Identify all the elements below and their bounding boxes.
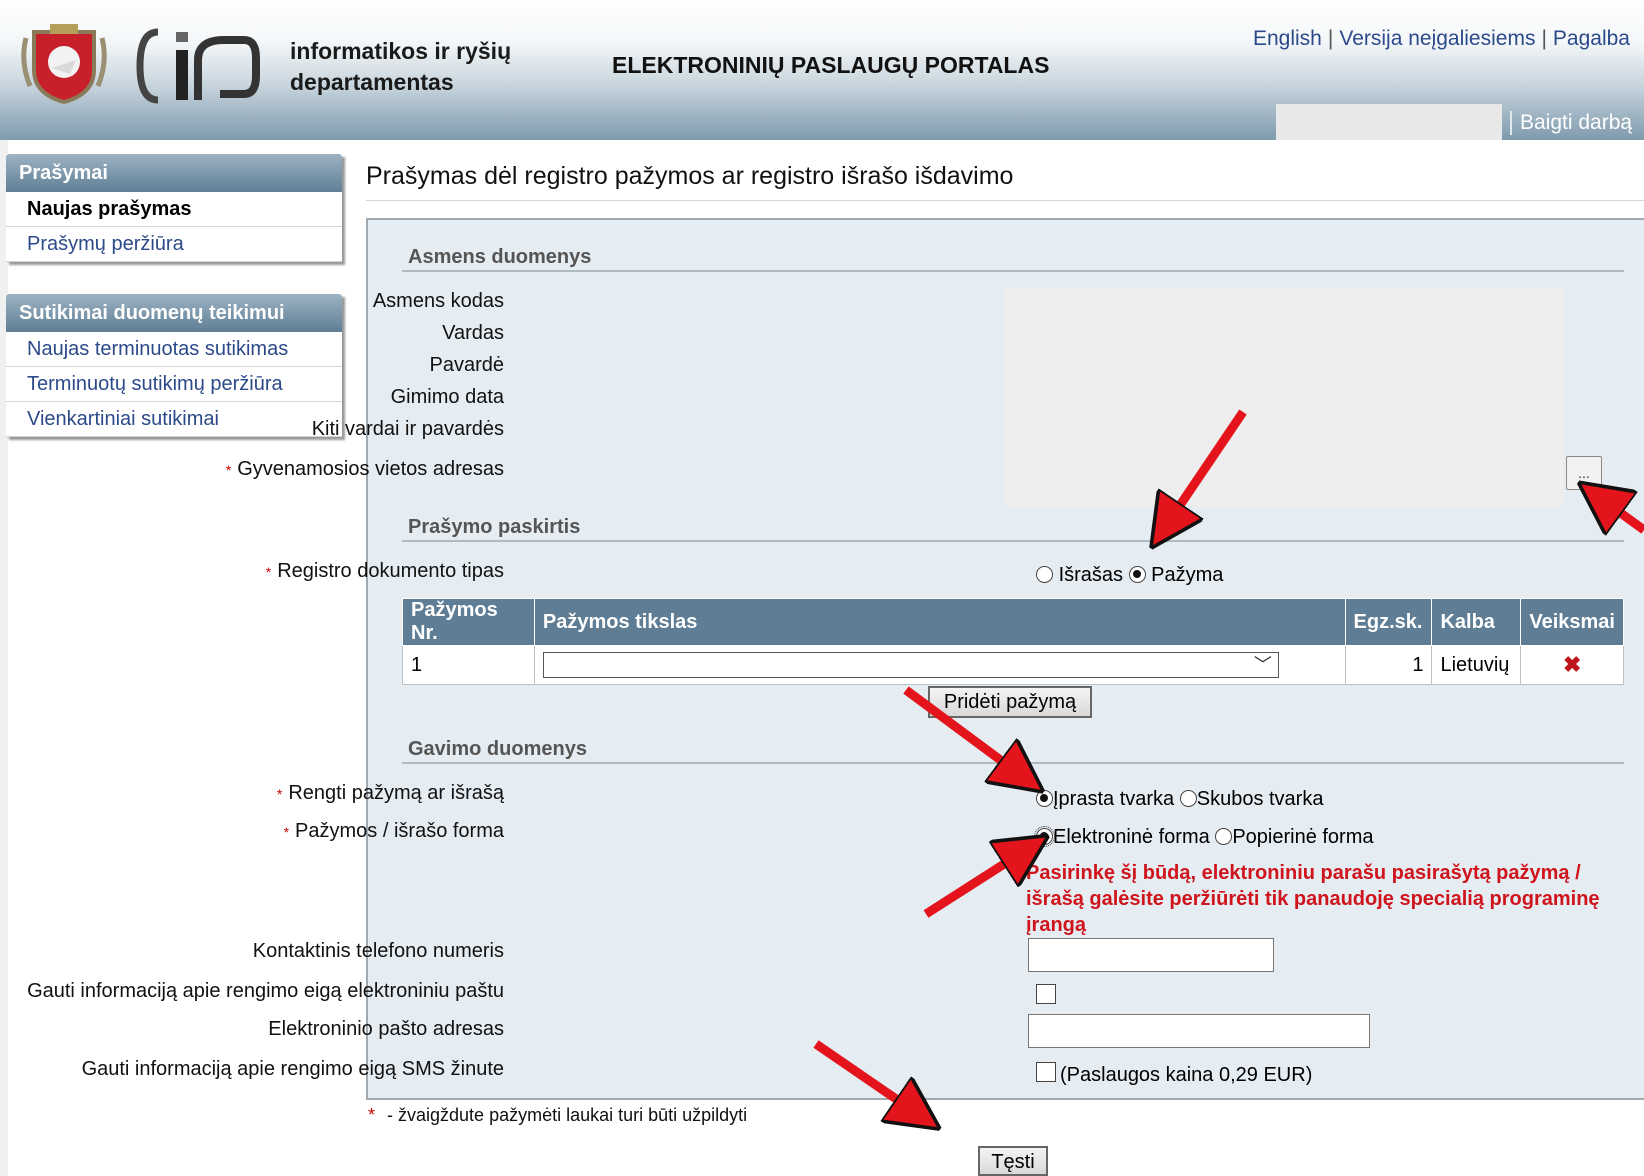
- prepare-options: Įprasta tvarka Skubos tvarka: [1036, 788, 1323, 811]
- lithuanian-coat-of-arms-icon: [21, 24, 107, 105]
- sms-price: (Paslaugos kaina 0,29 EUR): [1060, 1064, 1313, 1086]
- title-divider: [366, 200, 1644, 201]
- radio-standard[interactable]: [1036, 790, 1053, 807]
- sms-notify-checkbox[interactable]: [1036, 1062, 1056, 1082]
- label-email-notify: Gauti informaciją apie rengimo eigą elek…: [27, 980, 504, 1002]
- col-header-language: Kalba: [1431, 598, 1522, 646]
- radio-electronic[interactable]: [1034, 826, 1055, 847]
- certificates-table: Pažymos Nr. Pažymos tikslas Egz.sk. Kalb…: [402, 598, 1624, 685]
- radio-extract-label: Išrašas: [1058, 564, 1124, 586]
- sidebar-group-requests: Prašymai Naujas prašymas Prašymų peržiūr…: [6, 154, 342, 262]
- label-address-text: Gyvenamosios vietos adresas: [237, 458, 504, 480]
- label-sms-notify: Gauti informaciją apie rengimo eigą SMS …: [81, 1058, 504, 1080]
- label-phone: Kontaktinis telefono numeris: [252, 940, 504, 962]
- add-certificate-button[interactable]: Pridėti pažymą: [928, 686, 1092, 718]
- cell-actions: ✖: [1520, 645, 1624, 685]
- col-header-copies: Egz.sk.: [1344, 598, 1433, 646]
- label-personal-code: Asmens kodas: [372, 290, 504, 312]
- label-doc-type-text: Registro dokumento tipas: [277, 560, 504, 582]
- sidebar-item-new-request[interactable]: Naujas prašymas: [6, 192, 342, 227]
- radio-urgent[interactable]: [1179, 790, 1197, 807]
- cell-language: Lietuvių: [1431, 645, 1522, 685]
- link-english[interactable]: English: [1253, 27, 1322, 50]
- portal-title: ELEKTRONINIŲ PASLAUGŲ PORTALAS: [612, 52, 1050, 78]
- col-header-actions: Veiksmai: [1520, 598, 1624, 646]
- sidebar-item-one-time-consents[interactable]: Vienkartiniai sutikimai: [6, 402, 342, 437]
- page-title: Prašymas dėl registro pažymos ar registr…: [366, 162, 1014, 190]
- section-divider: [402, 762, 1624, 764]
- radio-certificate-label: Pažyma: [1151, 564, 1224, 586]
- section-divider: [402, 270, 1624, 272]
- sidebar-group-title: Sutikimai duomenų teikimui: [6, 294, 342, 332]
- section-personal-data: Asmens duomenys: [408, 246, 592, 268]
- user-name-field: [1276, 104, 1502, 140]
- radio-paper-label: Popierinė forma: [1232, 826, 1374, 848]
- chevron-down-icon: ﹀: [1253, 655, 1272, 675]
- cell-purpose: ﹀: [533, 645, 1346, 685]
- label-form-type-text: Pažymos / išrašo forma: [295, 820, 504, 842]
- required-star: *: [265, 564, 272, 580]
- sidebar-group-consents: Sutikimai duomenų teikimui Naujas termin…: [6, 294, 342, 437]
- radio-urgent-label: Skubos tvarka: [1196, 788, 1324, 810]
- sidebar-item-request-review[interactable]: Prašymų peržiūra: [6, 227, 342, 262]
- form-type-options: Elektroninė forma Popierinė forma: [1034, 826, 1374, 849]
- ird-logo-icon: [136, 28, 260, 104]
- table-row: 1 ﹀ 1 Lietuvių ✖: [402, 645, 1624, 685]
- label-first-name: Vardas: [442, 322, 504, 344]
- logout-link[interactable]: Baigti darbą: [1510, 111, 1632, 135]
- radio-extract[interactable]: [1036, 566, 1053, 583]
- sidebar-item-consent-review[interactable]: Terminuotų sutikimų peržiūra: [6, 367, 342, 402]
- sidebar-group-title: Prašymai: [6, 154, 342, 192]
- electronic-form-warning: Pasirinkę šį būdą, elektroniniu parašu p…: [1026, 862, 1600, 936]
- cell-copies: 1: [1344, 645, 1433, 685]
- email-input[interactable]: [1028, 1014, 1370, 1048]
- delete-x-icon[interactable]: ✖: [1563, 652, 1581, 677]
- table-header-row: Pažymos Nr. Pažymos tikslas Egz.sk. Kalb…: [402, 598, 1624, 646]
- personal-data-values: [1004, 288, 1564, 506]
- org-name: informatikos ir ryšių departamentas: [290, 36, 511, 98]
- label-doc-type: * Registro dokumento tipas: [266, 560, 504, 583]
- link-help[interactable]: Pagalba: [1553, 27, 1630, 50]
- required-star: *: [276, 786, 283, 802]
- cell-number: 1: [402, 645, 535, 685]
- email-notify-checkbox[interactable]: [1036, 984, 1056, 1004]
- continue-button[interactable]: Tęsti: [978, 1146, 1048, 1176]
- top-links: English | Versija neįgaliesiems | Pagalba: [1252, 27, 1630, 50]
- section-divider: [402, 540, 1624, 542]
- page-header: informatikos ir ryšių departamentas ELEK…: [0, 0, 1644, 140]
- org-name-line2: departamentas: [290, 69, 454, 95]
- radio-electronic-label: Elektroninė forma: [1053, 826, 1210, 848]
- radio-certificate[interactable]: [1128, 566, 1146, 583]
- required-note-text: - žvaigždute pažymėti laukai turi būti u…: [387, 1105, 748, 1125]
- label-prepare: * Rengti pažymą ar išrašą: [277, 782, 504, 805]
- label-birth-date: Gimimo data: [390, 386, 504, 408]
- label-prepare-text: Rengti pažymą ar išrašą: [288, 782, 504, 804]
- radio-paper[interactable]: [1215, 828, 1233, 845]
- radio-standard-label: Įprasta tvarka: [1053, 788, 1175, 810]
- section-purpose: Prašymo paskirtis: [408, 516, 581, 538]
- col-header-purpose: Pažymos tikslas: [533, 598, 1346, 646]
- col-header-number: Pažymos Nr.: [402, 598, 535, 646]
- doc-type-options: Išrašas Pažyma: [1036, 564, 1223, 587]
- address-picker-button[interactable]: ...: [1566, 456, 1602, 490]
- sidebar-item-new-consent[interactable]: Naujas terminuotas sutikimas: [6, 332, 342, 367]
- org-name-line1: informatikos ir ryšių: [290, 38, 512, 64]
- required-star: *: [368, 1105, 376, 1125]
- purpose-select[interactable]: ﹀: [542, 652, 1279, 678]
- label-last-name: Pavardė: [429, 354, 505, 376]
- section-delivery: Gavimo duomenys: [408, 738, 587, 760]
- label-email: Elektroninio pašto adresas: [268, 1018, 504, 1040]
- label-other-names: Kiti vardai ir pavardės: [311, 418, 504, 440]
- phone-input[interactable]: [1028, 938, 1274, 972]
- label-form-type: * Pažymos / išrašo forma: [284, 820, 504, 843]
- required-star: *: [225, 462, 232, 478]
- link-accessible-version[interactable]: Versija neįgaliesiems: [1339, 27, 1535, 50]
- required-fields-note: * - žvaigždute pažymėti laukai turi būti …: [368, 1105, 747, 1126]
- required-star: *: [283, 824, 290, 840]
- label-address: * Gyvenamosios vietos adresas: [226, 458, 504, 481]
